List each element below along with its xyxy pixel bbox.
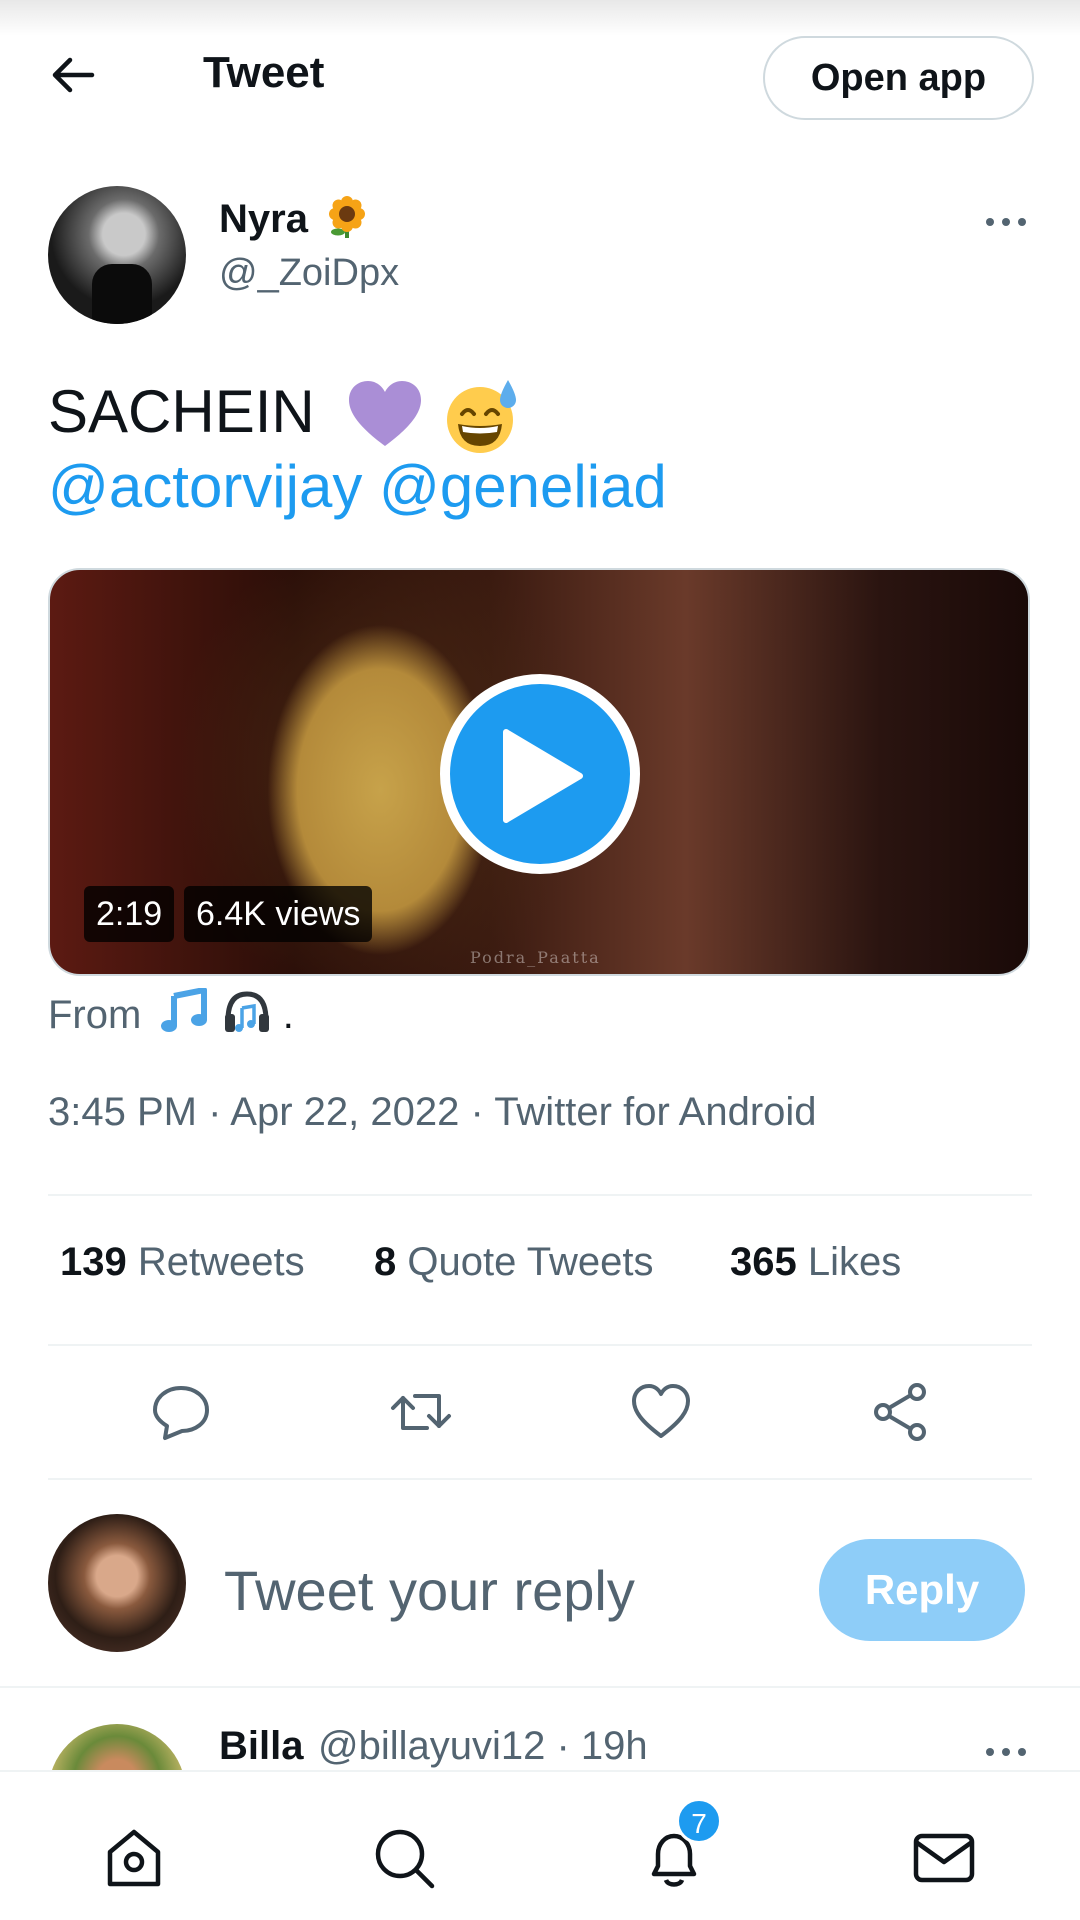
reply-author-handle: @billayuvi12 · 19h bbox=[318, 1724, 648, 1768]
video-attribution[interactable]: From . bbox=[48, 987, 294, 1038]
video-duration-badge: 2:19 bbox=[84, 886, 175, 942]
likes-stat[interactable]: 365 Likes bbox=[730, 1240, 901, 1285]
divider bbox=[48, 1194, 1032, 1196]
divider bbox=[48, 1344, 1032, 1346]
play-icon bbox=[503, 729, 583, 823]
tweet-body: SACHEIN bbox=[48, 378, 315, 445]
author-avatar[interactable] bbox=[48, 186, 186, 324]
author-name-row[interactable]: Nyra bbox=[219, 196, 369, 242]
notification-count-badge: 7 bbox=[676, 1798, 722, 1844]
likes-count: 365 bbox=[730, 1240, 797, 1284]
search-icon[interactable] bbox=[372, 1826, 436, 1890]
musical-note-icon bbox=[161, 987, 208, 1032]
from-suffix: . bbox=[282, 993, 294, 1037]
divider bbox=[0, 1686, 1080, 1688]
more-options-icon[interactable] bbox=[986, 212, 1036, 232]
reply-icon[interactable] bbox=[149, 1380, 213, 1444]
play-button[interactable] bbox=[440, 674, 640, 874]
like-heart-icon[interactable] bbox=[629, 1380, 693, 1444]
headphone-icon bbox=[224, 991, 269, 1032]
retweet-icon[interactable] bbox=[389, 1380, 453, 1444]
purple-heart-emoji-icon bbox=[349, 381, 422, 447]
retweets-stat[interactable]: 139 Retweets bbox=[60, 1240, 305, 1285]
mention-link-actorvijay[interactable]: @actorvijay bbox=[48, 453, 362, 520]
divider bbox=[48, 1478, 1032, 1480]
retweets-label: Retweets bbox=[137, 1240, 305, 1284]
tweet-mentions: @actorvijay @geneliad bbox=[48, 452, 667, 521]
reply-button[interactable]: Reply bbox=[819, 1539, 1025, 1641]
top-bar: Tweet Open app bbox=[0, 36, 1080, 120]
open-app-button[interactable]: Open app bbox=[763, 36, 1034, 120]
status-bar-shade bbox=[0, 0, 1080, 36]
quote-tweets-stat[interactable]: 8 Quote Tweets bbox=[374, 1240, 653, 1285]
retweets-count: 139 bbox=[60, 1240, 127, 1284]
grinning-sweat-emoji-icon bbox=[447, 380, 517, 454]
author-handle[interactable]: @_ZoiDpx bbox=[219, 252, 399, 295]
page-title: Tweet bbox=[203, 48, 325, 97]
reply-input[interactable] bbox=[224, 1550, 784, 1630]
tweet-text: SACHEIN bbox=[48, 370, 522, 456]
more-options-icon[interactable] bbox=[986, 1742, 1036, 1762]
video-views-badge: 6.4K views bbox=[184, 886, 373, 942]
home-icon[interactable] bbox=[102, 1826, 166, 1890]
tweet-timestamp[interactable]: 3:45 PM · Apr 22, 2022 · Twitter for And… bbox=[48, 1090, 817, 1135]
author-name: Nyra bbox=[219, 197, 308, 241]
from-label: From bbox=[48, 993, 142, 1037]
sunflower-icon bbox=[329, 196, 366, 238]
quotes-count: 8 bbox=[374, 1240, 397, 1284]
back-arrow-icon[interactable] bbox=[48, 50, 98, 100]
quotes-label: Quote Tweets bbox=[407, 1240, 654, 1284]
video-watermark: Podra_Paatta bbox=[470, 948, 601, 967]
mention-link-geneliad[interactable]: @geneliad bbox=[379, 453, 667, 520]
current-user-avatar[interactable] bbox=[48, 1514, 186, 1652]
video-player[interactable]: 2:19 6.4K views Podra_Paatta bbox=[48, 568, 1030, 976]
messages-icon[interactable] bbox=[912, 1826, 976, 1890]
share-icon[interactable] bbox=[869, 1380, 933, 1444]
bottom-navigation: 7 bbox=[0, 1770, 1080, 1920]
likes-label: Likes bbox=[807, 1240, 902, 1284]
reply-author-name[interactable]: Billa bbox=[219, 1724, 303, 1769]
